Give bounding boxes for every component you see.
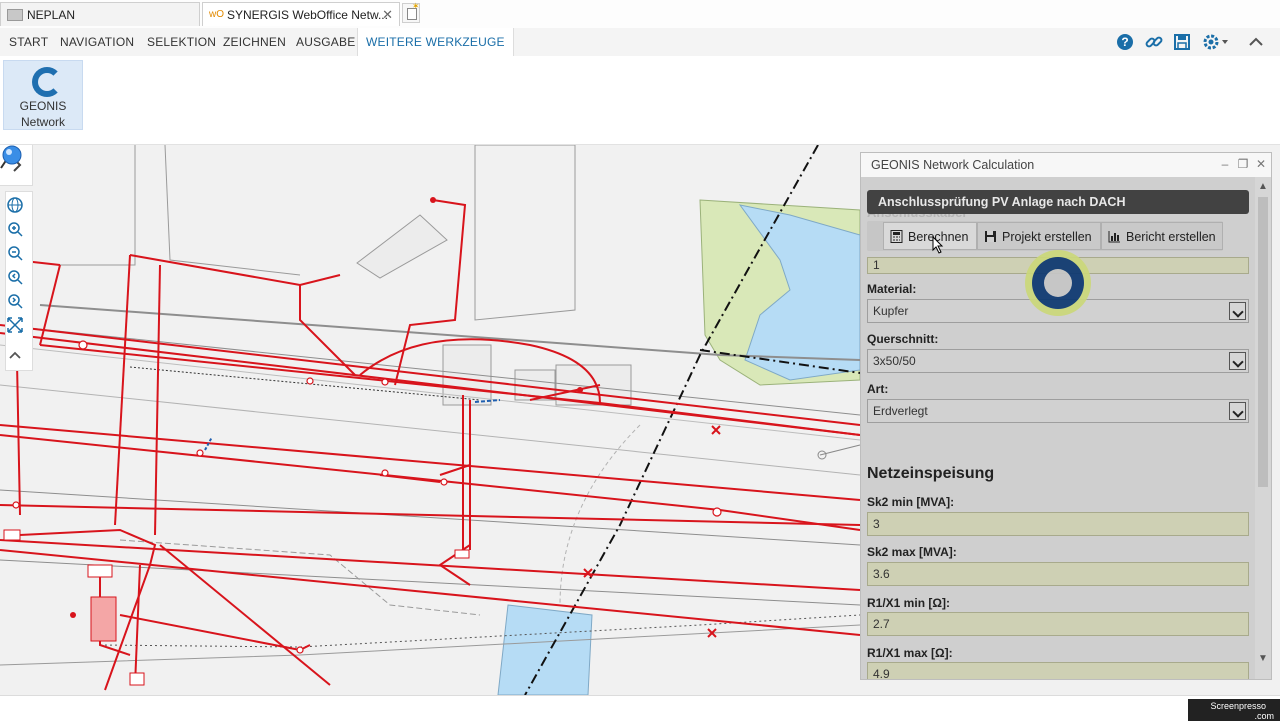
neplan-favicon: [7, 8, 23, 21]
material-value: Kupfer: [873, 304, 909, 318]
link-icon[interactable]: [1143, 31, 1165, 53]
watermark-line1: Screenpresso: [1210, 701, 1267, 711]
geonis-button-line2: Network: [20, 115, 65, 129]
calculator-icon: [890, 230, 903, 243]
sk2-min-label: Sk2 min [MVA]:: [867, 495, 955, 509]
r1x1-min-label: R1/X1 min [Ω]:: [867, 596, 950, 610]
menu-selektion[interactable]: SELEKTION: [147, 28, 216, 56]
sk2-min-input[interactable]: 3: [867, 512, 1249, 536]
settings-icon[interactable]: [1200, 31, 1232, 53]
browser-tab-bar: NEPLAN wO SYNERGIS WebOffice Netw... ✕: [0, 0, 1280, 29]
material-label: Material:: [867, 282, 917, 296]
menu-start[interactable]: START: [9, 28, 48, 56]
save-icon[interactable]: [1171, 31, 1193, 53]
new-tab-button[interactable]: [402, 1, 420, 23]
grid-feed-heading: Netzeinspeisung: [867, 465, 995, 482]
tab-synergis[interactable]: wO SYNERGIS WebOffice Netw... ✕: [202, 2, 400, 26]
menu-navigation[interactable]: NAVIGATION: [60, 28, 134, 56]
zoom-out-icon[interactable]: [6, 244, 24, 262]
tab-synergis-label: SYNERGIS WebOffice Netw...: [227, 7, 388, 22]
cross-section-value: 3x50/50: [873, 354, 916, 368]
tab-neplan[interactable]: NEPLAN: [0, 2, 200, 26]
map-toolbar: [5, 191, 33, 371]
geonis-button-line1: GEONIS: [19, 99, 67, 113]
r1x1-max-input[interactable]: 4.9: [867, 662, 1249, 679]
svg-text:?: ?: [1121, 35, 1128, 49]
help-icon[interactable]: ?: [1114, 31, 1136, 53]
menu-ausgabe[interactable]: AUSGABE: [296, 28, 355, 56]
network-calculation-panel: GEONIS Network Calculation – ❐ ✕ Anschlu…: [860, 152, 1272, 680]
globe-icon[interactable]: [6, 196, 24, 214]
mouse-cursor-icon: [932, 236, 944, 254]
create-report-label: Bericht erstellen: [1126, 230, 1216, 244]
type-label: Art:: [867, 382, 889, 396]
r1x1-min-input[interactable]: 2.7: [867, 612, 1249, 636]
type-value: Erdverlegt: [873, 404, 928, 418]
r1x1-max-label: R1/X1 max [Ω]:: [867, 646, 953, 660]
close-icon[interactable]: ✕: [1255, 158, 1267, 170]
zoom-previous-icon[interactable]: [6, 268, 24, 286]
geonis-network-button[interactable]: GEONIS Network: [3, 60, 83, 130]
tab-neplan-label: NEPLAN: [27, 7, 76, 22]
chevron-down-icon: [1229, 352, 1246, 370]
calculation-context-title: Anschlussprüfung PV Anlage nach DACH: [867, 190, 1249, 214]
create-report-button[interactable]: Bericht erstellen: [1101, 222, 1223, 250]
calculation-toolbar: Berechnen Projekt erstellen Bericht erst…: [867, 221, 1223, 251]
zoom-next-icon[interactable]: [6, 292, 24, 310]
map-pin-icon[interactable]: [0, 145, 24, 169]
cross-section-select[interactable]: 3x50/50: [867, 349, 1249, 373]
scroll-thumb[interactable]: [1258, 197, 1268, 487]
scroll-up-icon[interactable]: ▲: [1258, 181, 1268, 192]
sk2-max-input[interactable]: 3.6: [867, 562, 1249, 586]
sk2-max-label: Sk2 max [MVA]:: [867, 545, 957, 559]
chevron-down-icon: [1229, 302, 1246, 320]
minimize-icon[interactable]: –: [1219, 158, 1231, 170]
geonis-logo-icon: [32, 67, 62, 97]
create-project-button[interactable]: Projekt erstellen: [977, 222, 1101, 250]
weboffice-favicon: wO: [209, 8, 224, 20]
screenpresso-watermark: Screenpresso .com: [1188, 699, 1280, 721]
close-tab-icon[interactable]: ✕: [382, 7, 393, 23]
chevron-down-icon: [1229, 402, 1246, 420]
ribbon-panel: GEONIS Network: [0, 56, 1280, 145]
panel-titlebar: GEONIS Network Calculation – ❐ ✕: [861, 153, 1271, 178]
panel-title: GEONIS Network Calculation: [871, 158, 1035, 172]
calculate-button[interactable]: Berechnen: [883, 222, 977, 250]
loading-spinner-icon: [1025, 250, 1091, 316]
collapse-toolbar-icon[interactable]: [6, 346, 24, 364]
type-select[interactable]: Erdverlegt: [867, 399, 1249, 423]
restore-icon[interactable]: ❐: [1237, 158, 1249, 170]
status-bar: Screenpresso .com: [0, 695, 1280, 721]
collapse-ribbon-icon[interactable]: [1245, 31, 1267, 53]
create-project-label: Projekt erstellen: [1002, 230, 1092, 244]
panel-scrollbar[interactable]: ▲ ▼: [1255, 177, 1271, 679]
scroll-down-icon[interactable]: ▼: [1258, 653, 1268, 664]
floppy-icon: [985, 231, 996, 242]
ribbon-menu: START NAVIGATION SELEKTION ZEICHNEN AUSG…: [0, 28, 1280, 57]
menu-zeichnen[interactable]: ZEICHNEN: [223, 28, 286, 56]
full-extent-icon[interactable]: [6, 316, 24, 334]
cross-section-label: Querschnitt:: [867, 332, 939, 346]
bar-chart-icon: [1108, 231, 1120, 243]
zoom-in-icon[interactable]: [6, 220, 24, 238]
menu-weitere-werkzeuge[interactable]: WEITERE WERKZEUGE: [357, 28, 514, 57]
